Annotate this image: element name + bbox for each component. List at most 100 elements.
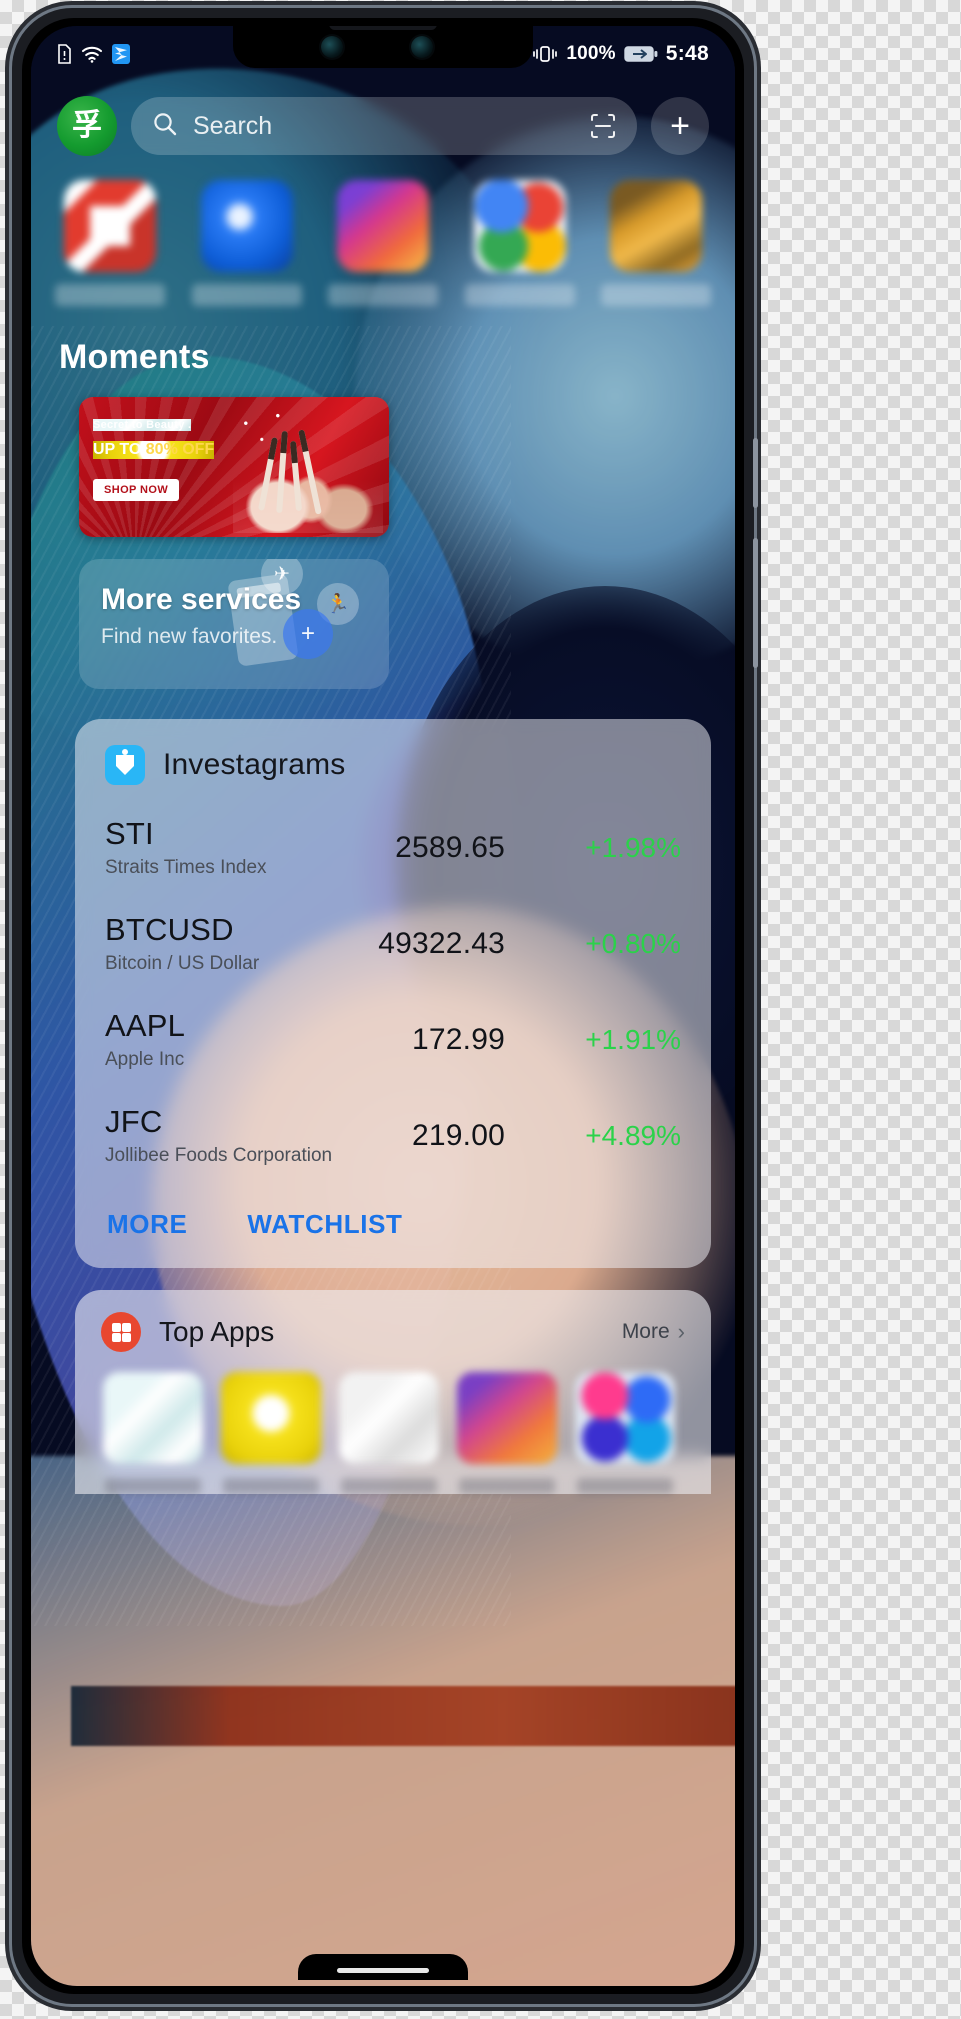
quote-price: 172.99	[412, 1022, 505, 1056]
top-apps-grid	[101, 1352, 685, 1494]
quote-labels: AAPL Apple Inc	[105, 1008, 412, 1071]
app-4-label	[464, 284, 575, 306]
promo-cta-button[interactable]: SHOP NOW	[93, 479, 180, 501]
top-apps-header: Top Apps More ›	[101, 1312, 685, 1352]
top-app-2-label	[223, 1478, 319, 1494]
quote-symbol: STI	[105, 816, 154, 851]
quote-name: Jollibee Foods Corporation	[105, 1145, 333, 1166]
quote-price: 49322.43	[378, 926, 505, 960]
quote-symbol: JFC	[105, 1104, 163, 1139]
top-app-5-icon	[575, 1372, 675, 1464]
power-button[interactable]	[753, 538, 758, 668]
top-app-4-icon	[457, 1372, 557, 1464]
quote-change: +1.98%	[585, 831, 681, 863]
top-app-2[interactable]	[221, 1372, 329, 1494]
app-grid-icon	[101, 1312, 141, 1352]
quote-name: Straits Times Index	[105, 857, 267, 878]
moments-section-title: Moments	[59, 338, 210, 376]
quote-price: 219.00	[412, 1118, 505, 1152]
launcher-header: 孚 Search +	[31, 82, 735, 156]
wifi-icon	[81, 45, 103, 63]
top-app-4-label	[459, 1478, 555, 1494]
quote-labels: STI Straits Times Index	[105, 816, 395, 879]
quote-price: 2589.65	[395, 830, 505, 864]
investagrams-widget: Investagrams STI Straits Times Index 258…	[75, 719, 711, 1268]
app-shortcut-1[interactable]	[51, 180, 169, 306]
quote-row[interactable]: AAPL Apple Inc 172.99 +1.91%	[105, 991, 681, 1087]
top-app-5-label	[577, 1478, 673, 1494]
quote-symbol: BTCUSD	[105, 912, 234, 947]
app-3-icon	[337, 180, 429, 272]
more-services-card[interactable]: ✈ 🏃 + More services Find new favorites.	[79, 559, 389, 689]
quote-change: +1.91%	[585, 1023, 681, 1055]
investagrams-title: Investagrams	[163, 748, 346, 781]
promo-line-1: Secret to Beauty .	[93, 419, 192, 431]
quote-name: Apple Inc	[105, 1049, 185, 1070]
investagrams-icon	[105, 745, 145, 785]
quote-labels: BTCUSD Bitcoin / US Dollar	[105, 912, 378, 975]
quote-row[interactable]: JFC Jollibee Foods Corporation 219.00 +4…	[105, 1087, 681, 1183]
app-shortcut-4[interactable]	[461, 180, 579, 306]
app-5-icon	[610, 180, 702, 272]
top-app-4[interactable]	[457, 1372, 565, 1494]
phone-device-frame: 100% 5:48 孚 Search + Moments Secret to B…	[12, 8, 758, 2004]
quote-symbol: AAPL	[105, 1008, 186, 1043]
quote-row[interactable]: BTCUSD Bitcoin / US Dollar 49322.43 +0.8…	[105, 895, 681, 991]
promo-banner[interactable]: Secret to Beauty . UP TO 80% OFF SHOP NO…	[79, 397, 389, 537]
promo-line-2: UP TO 80% OFF	[93, 441, 215, 459]
promo-discount: 80% OFF	[145, 441, 215, 458]
top-app-3-label	[341, 1478, 437, 1494]
top-apps-card: Top Apps More ›	[75, 1290, 711, 1494]
home-indicator[interactable]	[298, 1954, 468, 1980]
messaging-app-icon	[112, 44, 130, 64]
top-app-1[interactable]	[103, 1372, 211, 1494]
search-icon	[151, 110, 179, 143]
app-shortcut-2[interactable]	[188, 180, 306, 306]
add-button[interactable]: +	[651, 97, 709, 155]
scan-code-icon[interactable]	[589, 112, 617, 140]
camera-notch	[233, 26, 533, 68]
vibrate-icon	[532, 44, 558, 64]
sim-card-icon	[57, 44, 72, 64]
top-apps-more-button[interactable]: More ›	[622, 1319, 685, 1345]
app-shortcut-5[interactable]	[597, 180, 715, 306]
battery-percent: 100%	[566, 43, 616, 64]
phone-screen: 100% 5:48 孚 Search + Moments Secret to B…	[31, 26, 735, 1986]
top-app-2-icon	[221, 1372, 321, 1464]
app-2-icon	[200, 180, 293, 272]
search-input[interactable]: Search	[131, 97, 637, 155]
investagrams-widget-header[interactable]: Investagrams	[105, 745, 681, 785]
app-5-label	[601, 284, 711, 306]
chevron-right-icon: ›	[677, 1319, 685, 1344]
watchlist-link[interactable]: WATCHLIST	[247, 1209, 402, 1240]
top-app-3[interactable]	[339, 1372, 447, 1494]
search-placeholder: Search	[193, 111, 273, 140]
quote-row[interactable]: STI Straits Times Index 2589.65 +1.98%	[105, 799, 681, 895]
app-logo-glyph: 孚	[72, 108, 102, 143]
quote-labels: JFC Jollibee Foods Corporation	[105, 1104, 412, 1167]
front-camera-lens-secondary	[411, 36, 433, 58]
more-link[interactable]: MORE	[107, 1209, 187, 1240]
widget-actions: MORE WATCHLIST	[105, 1183, 681, 1250]
app-shortcut-row	[31, 156, 735, 312]
top-apps-more-label: More	[621, 1320, 670, 1343]
status-bar-clock: 5:48	[665, 42, 709, 65]
quote-name: Bitcoin / US Dollar	[105, 953, 260, 974]
app-logo[interactable]: 孚	[57, 96, 117, 156]
front-camera-lens	[321, 36, 343, 58]
quote-change: +0.80%	[585, 927, 681, 959]
earpiece-speaker	[329, 26, 437, 30]
volume-button[interactable]	[753, 438, 758, 508]
app-2-label	[191, 284, 302, 306]
top-app-3-icon	[339, 1372, 439, 1464]
app-shortcut-3[interactable]	[324, 180, 442, 306]
phone-bezel: 100% 5:48 孚 Search + Moments Secret to B…	[22, 18, 744, 1994]
more-services-title: More services	[101, 583, 302, 616]
top-app-1-label	[105, 1478, 201, 1494]
top-app-5[interactable]	[575, 1372, 683, 1494]
status-bar-left	[57, 44, 130, 64]
app-4-icon	[473, 180, 566, 272]
battery-charging-icon	[624, 45, 658, 63]
status-bar-right: 100% 5:48	[532, 42, 709, 66]
top-apps-title: Top Apps	[159, 1316, 275, 1347]
